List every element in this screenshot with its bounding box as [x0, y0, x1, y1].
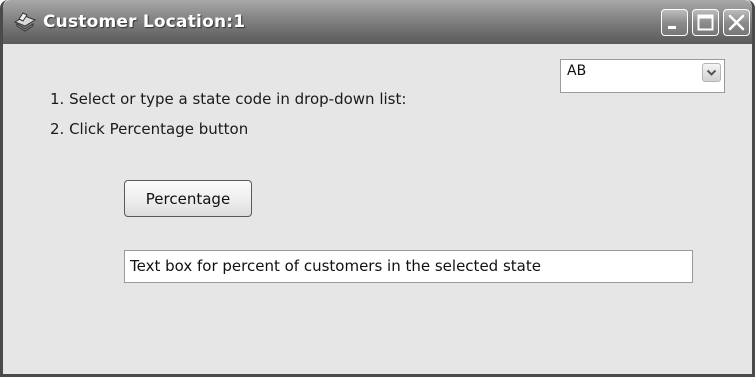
close-button[interactable] [723, 9, 750, 36]
percent-result-textbox[interactable]: Text box for percent of customers in the… [124, 250, 693, 283]
close-icon [728, 14, 745, 31]
minimize-icon [668, 26, 676, 29]
app-icon[interactable] [13, 10, 37, 32]
window-title: Customer Location:1 [43, 12, 246, 32]
state-code-dropdown[interactable]: AB [560, 59, 725, 93]
title-bar[interactable]: Customer Location:1 [3, 0, 752, 44]
chevron-down-icon [706, 69, 717, 76]
state-code-value[interactable]: AB [567, 63, 586, 79]
instruction-step-1: 1. Select or type a state code in drop-d… [50, 90, 407, 108]
instruction-step-2: 2. Click Percentage button [50, 120, 249, 138]
dropdown-arrow-button[interactable] [702, 63, 721, 82]
minimize-button[interactable] [661, 9, 688, 36]
maximize-button[interactable] [692, 9, 719, 36]
percentage-button[interactable]: Percentage [124, 180, 252, 217]
maximize-icon [697, 14, 714, 31]
customer-location-window: Customer Location:1 1. Select or type a … [0, 0, 755, 377]
window-client-area: 1. Select or type a state code in drop-d… [3, 44, 752, 374]
